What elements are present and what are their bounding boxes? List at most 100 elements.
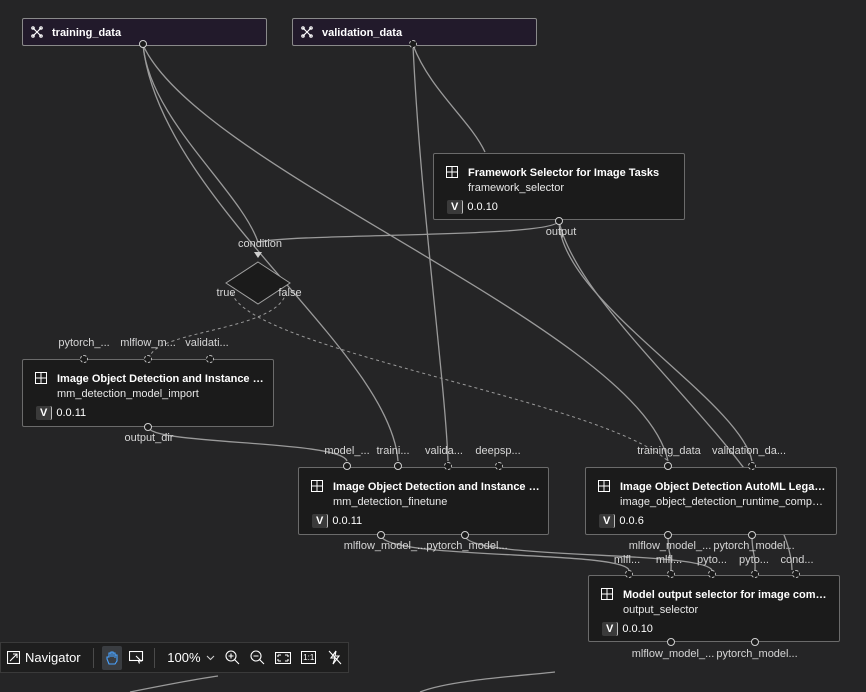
output-selector-input-label: cond... (780, 554, 814, 566)
training-data-output-port[interactable] (139, 40, 147, 48)
auto-layout-button[interactable] (324, 646, 346, 670)
edge-out-right (419, 671, 556, 692)
output-selector-output-port[interactable] (667, 638, 675, 646)
node-subtitle: mm_detection_finetune (333, 496, 448, 508)
mm-finetune-input-label: deepsp... (475, 445, 521, 457)
fit-to-screen-button[interactable] (271, 646, 293, 670)
mm-finetune-input-label: model_... (324, 445, 370, 457)
automl-input-port[interactable] (664, 462, 672, 470)
node-subtitle: output_selector (623, 604, 699, 616)
node-subtitle: framework_selector (468, 182, 564, 194)
edge-training-to-condition (142, 44, 259, 243)
component-icon (446, 166, 458, 178)
mm-finetune-output-port[interactable] (461, 531, 469, 539)
output-selector-output-port[interactable] (751, 638, 759, 646)
fit-screen-icon (274, 651, 291, 664)
navigator-button[interactable]: Navigator (3, 646, 85, 670)
node-title: validation_data (322, 27, 403, 39)
mm-import-input-port[interactable] (144, 355, 152, 363)
mm-finetune-input-port[interactable] (495, 462, 503, 470)
node-title: Image Object Detection AutoML Legacy ... (620, 481, 828, 493)
output-selector-input-port[interactable] (708, 570, 716, 578)
automl-input-port[interactable] (748, 462, 756, 470)
output-selector-input-port[interactable] (792, 570, 800, 578)
node-title: Image Object Detection and Instance Se..… (333, 481, 540, 493)
automl-legacy-node[interactable]: Image Object Detection AutoML Legacy ...… (585, 467, 837, 535)
actual-size-label: 1:1 (301, 651, 317, 664)
dataset-icon (31, 26, 43, 38)
automl-output-port[interactable] (748, 531, 756, 539)
framework-selector-node[interactable]: Framework Selector for Image Tasks frame… (433, 153, 685, 220)
output-selector-input-port[interactable] (667, 570, 675, 578)
zoom-in-button[interactable] (223, 646, 243, 670)
validation-data-output-port[interactable] (409, 40, 417, 48)
navigator-label: Navigator (25, 650, 81, 665)
condition-true-label: true (216, 287, 236, 299)
lightning-slash-icon (328, 650, 342, 665)
output-selector-input-label: pyto... (697, 554, 727, 566)
mm-import-input-label: pytorch_... (58, 337, 110, 349)
framework-selector-output-label: output (545, 226, 577, 238)
output-selector-node[interactable]: Model output selector for image compo...… (588, 575, 840, 642)
mm-import-node[interactable]: Image Object Detection and Instance Se..… (22, 359, 274, 427)
mm-import-input-label: validati... (185, 337, 229, 349)
mm-import-output-label: output_dir (124, 432, 174, 444)
select-cursor-icon (128, 651, 143, 664)
automl-output-label: pytorch_model... (713, 540, 795, 552)
mm-import-input-label: mlflow_m... (120, 337, 176, 349)
output-selector-output-label: mlflow_model_... (631, 648, 715, 660)
mm-finetune-input-label: valida... (425, 445, 463, 457)
mm-finetune-input-label: traini... (376, 445, 410, 457)
version-badge: V 0.0.11 (36, 405, 86, 421)
automl-input-label: validation_da... (712, 445, 786, 457)
node-title: training_data (52, 27, 122, 39)
canvas-toolbar: Navigator 100% 1:1 (0, 642, 349, 673)
zoom-out-button[interactable] (247, 646, 267, 670)
automl-input-label: training_data (637, 445, 701, 457)
node-title: Image Object Detection and Instance Se..… (57, 373, 265, 385)
output-selector-output-label: pytorch_model... (716, 648, 798, 660)
condition-false-label: false (278, 287, 302, 299)
mm-finetune-output-port[interactable] (377, 531, 385, 539)
zoom-dropdown[interactable]: 100% (163, 646, 218, 670)
toolbar-divider (92, 647, 94, 668)
component-icon (598, 480, 610, 492)
node-title: Model output selector for image compo... (623, 589, 831, 601)
mm-finetune-input-port[interactable] (444, 462, 452, 470)
mm-finetune-output-label: pytorch_model... (426, 540, 508, 552)
automl-output-label: mlflow_model_... (628, 540, 712, 552)
actual-size-button[interactable]: 1:1 (298, 646, 320, 670)
edge-import-to-finetune (147, 426, 348, 462)
mm-finetune-output-label: mlflow_model_... (343, 540, 427, 552)
node-subtitle: mm_detection_model_import (57, 388, 199, 400)
edge-selector-output-to-condition (257, 220, 560, 243)
edge-validation-to-selector (412, 44, 486, 153)
zoom-in-icon (225, 650, 240, 665)
pan-button[interactable] (101, 645, 122, 670)
output-selector-input-label: mlfl... (613, 554, 641, 566)
mm-import-input-port[interactable] (80, 355, 88, 363)
select-button[interactable] (126, 646, 146, 670)
framework-selector-output-port[interactable] (555, 217, 563, 225)
output-selector-input-label: mlfl... (655, 554, 683, 566)
mm-finetune-input-port[interactable] (343, 462, 351, 470)
mm-import-input-port[interactable] (206, 355, 214, 363)
dataset-icon (301, 26, 313, 38)
zoom-level: 100% (167, 650, 201, 665)
component-icon (35, 372, 47, 384)
node-title: Framework Selector for Image Tasks (468, 167, 660, 179)
mm-finetune-node[interactable]: Image Object Detection and Instance Se..… (298, 467, 549, 535)
version-badge: V 0.0.10 (602, 621, 653, 637)
edge-condition-true-to-automl (231, 292, 669, 462)
version-badge: V 0.0.10 (447, 199, 498, 215)
mm-finetune-input-port[interactable] (394, 462, 402, 470)
automl-output-port[interactable] (664, 531, 672, 539)
version-badge: V 0.0.6 (599, 513, 644, 529)
edge-selector-output-to-automl (558, 220, 753, 462)
component-icon (311, 480, 323, 492)
edge-validation-to-finetune (412, 44, 449, 462)
output-selector-input-label: pyto... (739, 554, 769, 566)
mm-import-output-port[interactable] (144, 423, 152, 431)
output-selector-input-port[interactable] (751, 570, 759, 578)
output-selector-input-port[interactable] (625, 570, 633, 578)
